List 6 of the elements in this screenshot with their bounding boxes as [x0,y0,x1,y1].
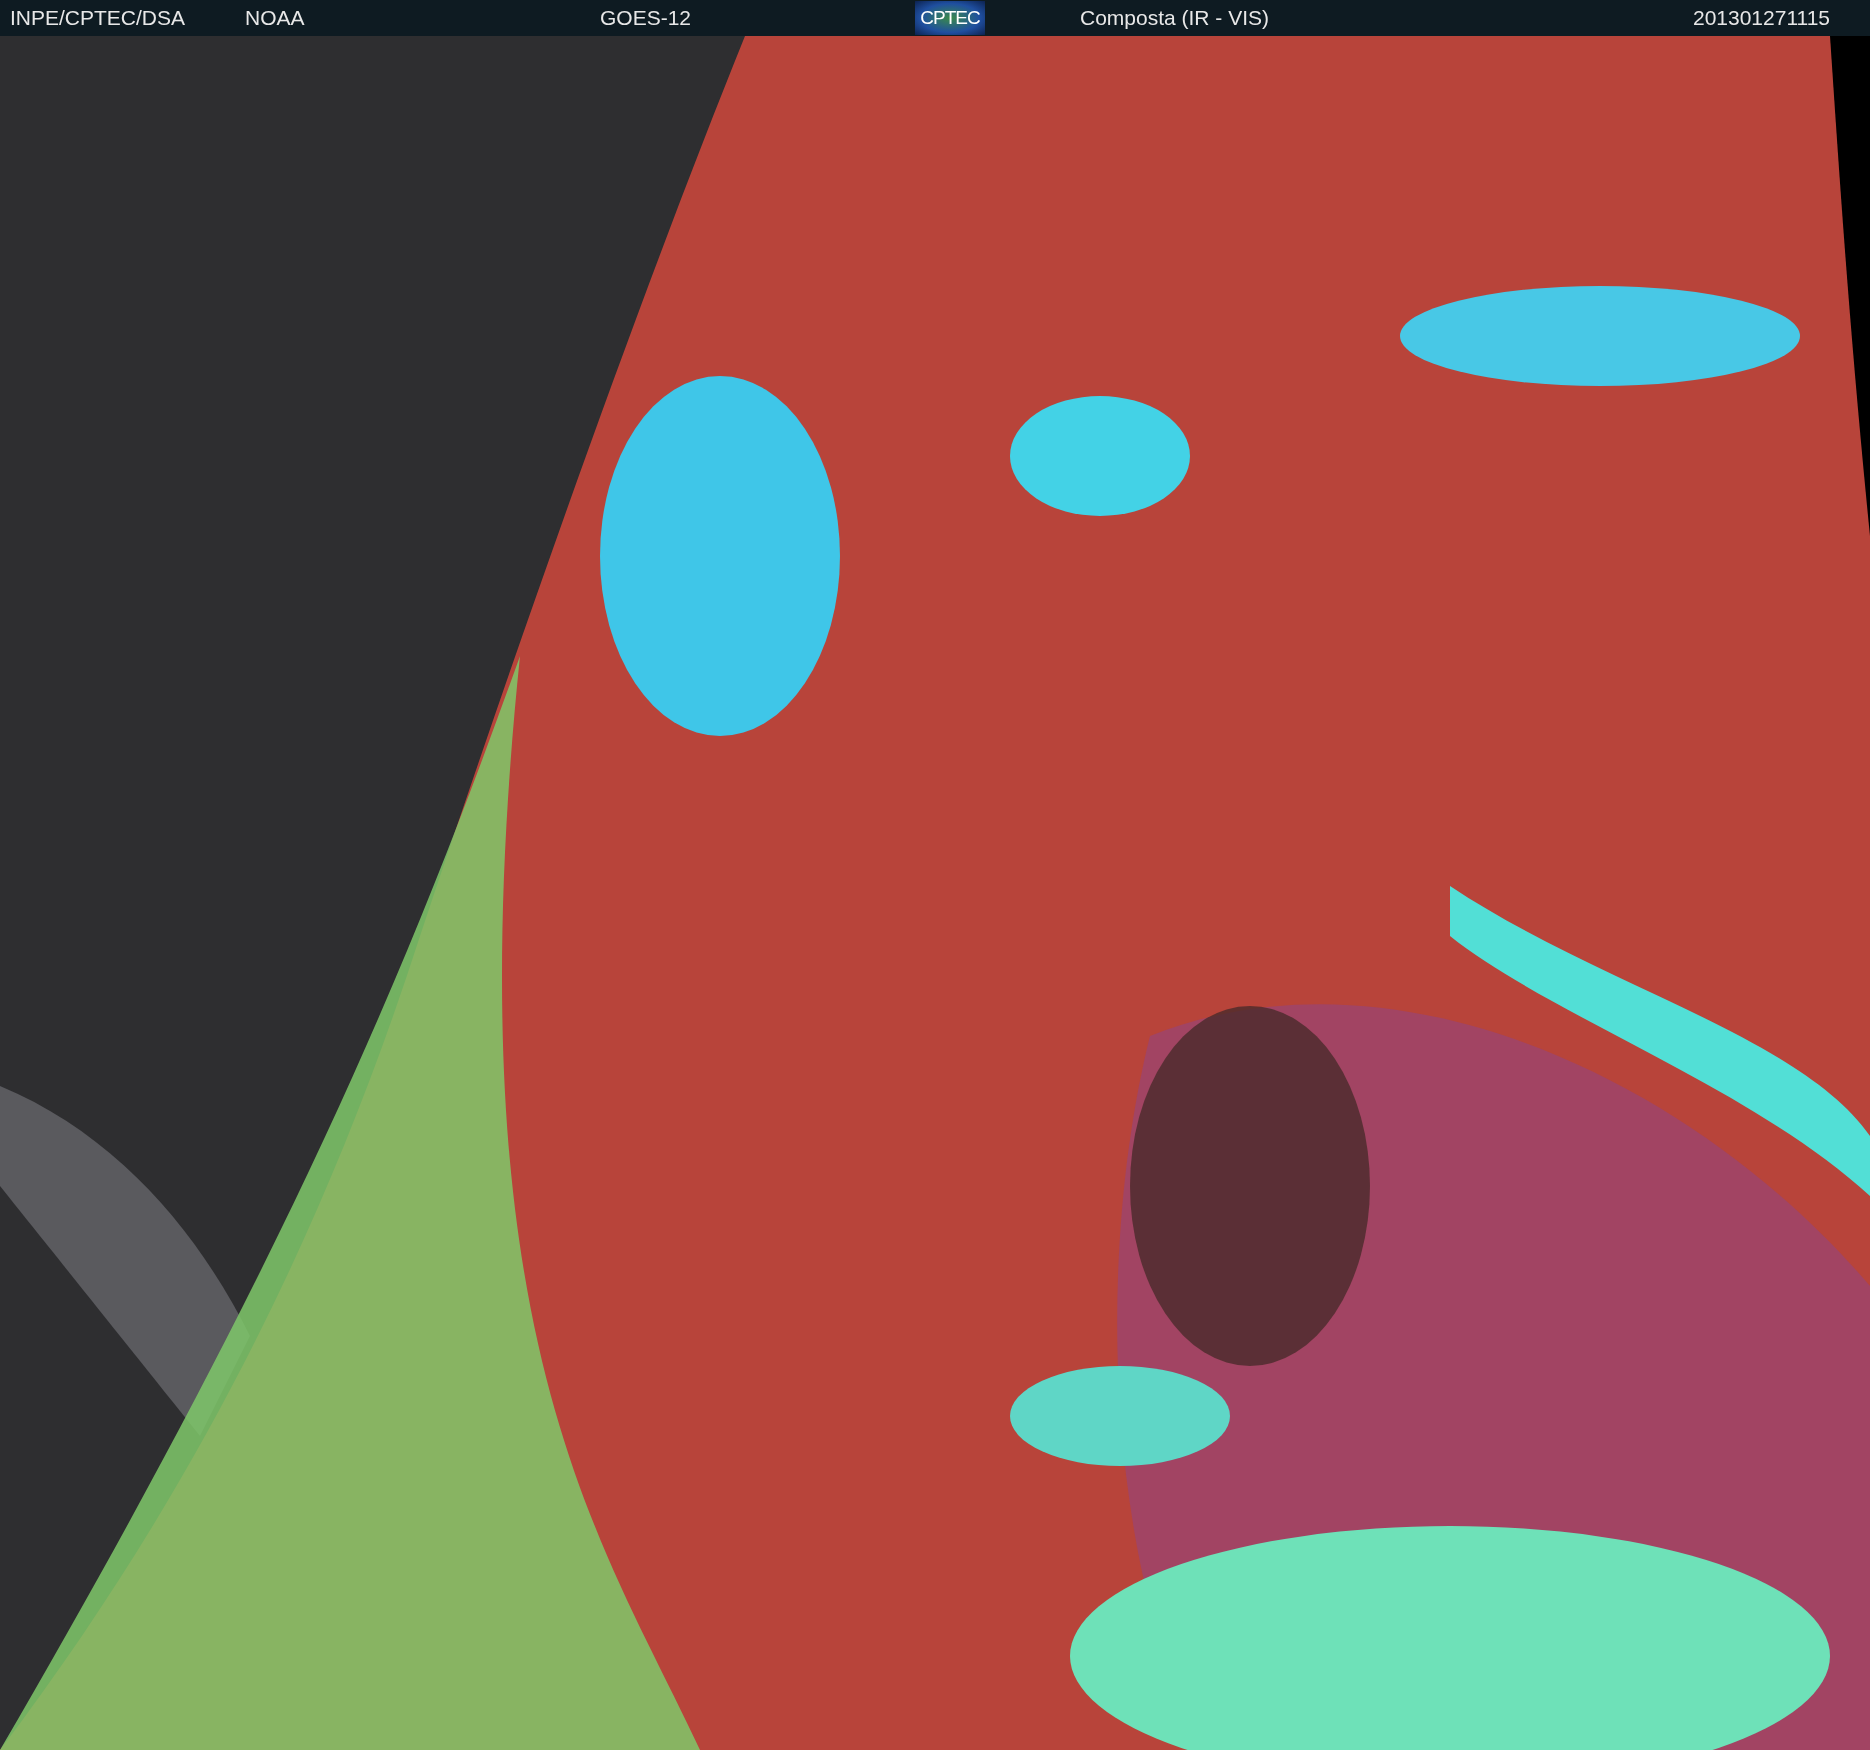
satellite-label: GOES-12 [600,6,692,30]
product-label: Composta (IR - VIS) [1080,6,1270,30]
timestamp-label: 201301271115 [1692,6,1830,30]
logo: CPTEC [915,1,985,35]
agency-label: NOAA [245,6,305,30]
source-label: INPE/CPTEC/DSA [10,6,186,30]
